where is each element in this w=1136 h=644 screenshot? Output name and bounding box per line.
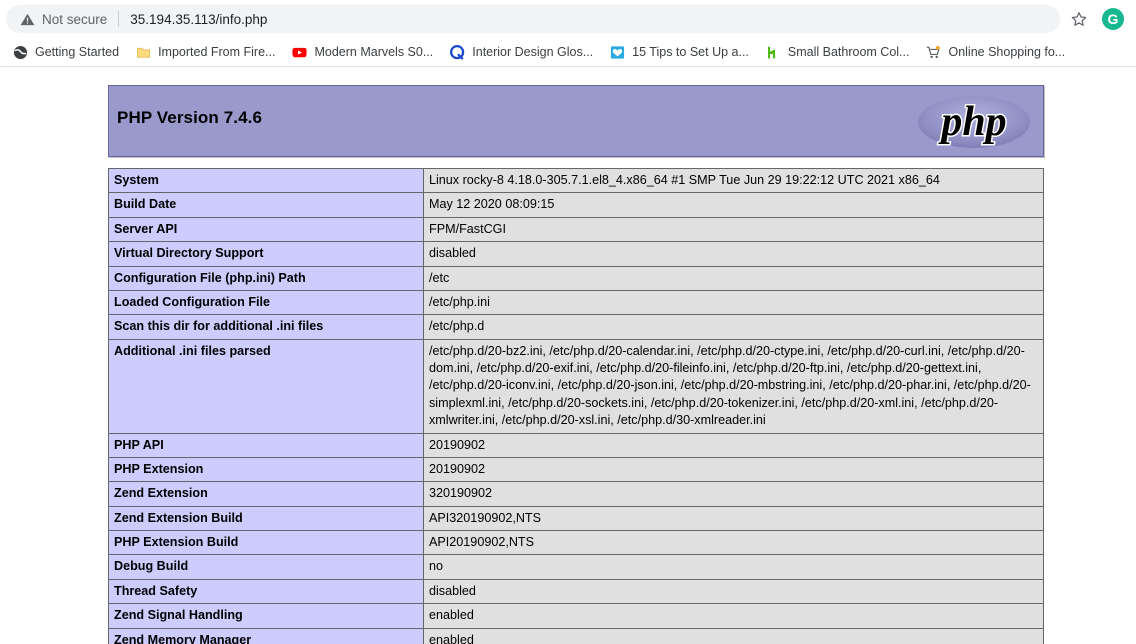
row-key: Thread Safety	[108, 578, 424, 605]
table-row: Zend Extension 320190902	[108, 481, 1044, 507]
table-row: PHP Extension 20190902	[108, 456, 1044, 483]
bookmark-interior-design-glossary[interactable]: Interior Design Glos...	[445, 41, 601, 63]
profile-avatar-button[interactable]: G	[1098, 4, 1128, 34]
row-value: Linux rocky-8 4.18.0-305.7.1.el8_4.x86_6…	[423, 167, 1044, 194]
row-key: Zend Extension	[108, 481, 424, 507]
folder-icon	[135, 44, 151, 60]
bookmark-label: 15 Tips to Set Up a...	[632, 45, 749, 59]
phpinfo-document: PHP Version 7.4.6 php System Linux rocky…	[108, 85, 1044, 644]
table-row: Zend Memory Manager enabled	[108, 627, 1044, 644]
table-row: Additional .ini files parsed /etc/php.d/…	[108, 338, 1044, 434]
bookmark-label: Small Bathroom Col...	[787, 45, 910, 59]
row-key: Zend Signal Handling	[108, 603, 424, 629]
cart-icon	[925, 44, 941, 60]
security-status-label: Not secure	[42, 11, 108, 27]
row-value: enabled	[423, 627, 1044, 644]
bookmarks-bar: Getting Started Imported From Fire... Mo…	[0, 38, 1136, 67]
row-value: enabled	[423, 603, 1044, 629]
bookmark-getting-started[interactable]: Getting Started	[8, 41, 127, 63]
row-key: Configuration File (php.ini) Path	[108, 265, 424, 291]
row-value: 20190902	[423, 456, 1044, 483]
row-key: Virtual Directory Support	[108, 241, 424, 267]
row-value: disabled	[423, 578, 1044, 605]
quora-icon	[449, 44, 465, 60]
row-key: Additional .ini files parsed	[108, 338, 424, 434]
row-key: PHP Extension	[108, 456, 424, 483]
row-key: System	[108, 167, 424, 194]
table-row: Server API FPM/FastCGI	[108, 216, 1044, 243]
houzz-icon	[765, 44, 781, 60]
table-row: Zend Extension Build API320190902,NTS	[108, 505, 1044, 532]
warning-triangle-icon[interactable]	[20, 12, 35, 27]
row-key: Debug Build	[108, 554, 424, 580]
url-text: 35.194.35.113/info.php	[130, 11, 268, 27]
row-value: API20190902,NTS	[423, 529, 1044, 556]
table-row: PHP API 20190902	[108, 432, 1044, 458]
address-bar[interactable]: Not secure 35.194.35.113/info.php	[6, 5, 1060, 33]
star-icon[interactable]	[1064, 4, 1094, 34]
table-row: Configuration File (php.ini) Path /etc	[108, 265, 1044, 291]
svg-text:php: php	[938, 99, 1006, 145]
avatar: G	[1102, 8, 1124, 30]
php-version-banner: PHP Version 7.4.6 php	[108, 85, 1044, 157]
php-info-table: System Linux rocky-8 4.18.0-305.7.1.el8_…	[108, 167, 1044, 644]
bookmark-modern-marvels[interactable]: Modern Marvels S0...	[287, 41, 441, 63]
table-row: Scan this dir for additional .ini files …	[108, 314, 1044, 340]
row-value: FPM/FastCGI	[423, 216, 1044, 243]
row-key: Build Date	[108, 192, 424, 218]
bookmark-15-tips[interactable]: 15 Tips to Set Up a...	[605, 41, 757, 63]
php-info-table-body: System Linux rocky-8 4.18.0-305.7.1.el8_…	[108, 167, 1044, 644]
table-row: Zend Signal Handling enabled	[108, 603, 1044, 629]
bookmark-small-bathroom-colors[interactable]: Small Bathroom Col...	[761, 41, 918, 63]
row-value: /etc/php.d	[423, 314, 1044, 340]
row-value: API320190902,NTS	[423, 505, 1044, 532]
bookmark-label: Interior Design Glos...	[472, 45, 594, 59]
globe-icon	[12, 44, 28, 60]
row-value: 320190902	[423, 481, 1044, 507]
row-key: Zend Extension Build	[108, 505, 424, 532]
row-value: no	[423, 554, 1044, 580]
browser-chrome: Not secure 35.194.35.113/info.php G Gett…	[0, 0, 1136, 67]
row-value: 20190902	[423, 432, 1044, 458]
table-row: Thread Safety disabled	[108, 578, 1044, 605]
row-key: Loaded Configuration File	[108, 289, 424, 316]
youtube-icon	[291, 44, 307, 60]
table-row: Virtual Directory Support disabled	[108, 241, 1044, 267]
page-title: PHP Version 7.4.6	[117, 108, 263, 127]
php-logo: php	[905, 86, 1043, 158]
bookmark-label: Modern Marvels S0...	[314, 45, 434, 59]
row-key: Scan this dir for additional .ini files	[108, 314, 424, 340]
row-value: disabled	[423, 241, 1044, 267]
row-key: Server API	[108, 216, 424, 243]
table-row: System Linux rocky-8 4.18.0-305.7.1.el8_…	[108, 167, 1044, 194]
row-value: May 12 2020 08:09:15	[423, 192, 1044, 218]
omnibox-row: Not secure 35.194.35.113/info.php G	[0, 0, 1136, 38]
omnibox-divider	[118, 11, 120, 27]
row-key: PHP API	[108, 432, 424, 458]
row-key: PHP Extension Build	[108, 529, 424, 556]
bookmark-imported-from-firefox[interactable]: Imported From Fire...	[131, 41, 283, 63]
row-value: /etc	[423, 265, 1044, 291]
row-value: /etc/php.ini	[423, 289, 1044, 316]
bookmark-label: Getting Started	[35, 45, 120, 59]
row-value: /etc/php.d/20-bz2.ini, /etc/php.d/20-cal…	[423, 338, 1044, 434]
table-row: Loaded Configuration File /etc/php.ini	[108, 289, 1044, 316]
bookmark-online-shopping[interactable]: Online Shopping fo...	[921, 41, 1073, 63]
bookmark-label: Online Shopping fo...	[948, 45, 1066, 59]
table-row: Build Date May 12 2020 08:09:15	[108, 192, 1044, 218]
page-viewport: PHP Version 7.4.6 php System Linux rocky…	[0, 67, 1136, 644]
table-row: Debug Build no	[108, 554, 1044, 580]
bookmark-label: Imported From Fire...	[158, 45, 276, 59]
row-key: Zend Memory Manager	[108, 627, 424, 644]
heart-icon	[609, 44, 625, 60]
table-row: PHP Extension Build API20190902,NTS	[108, 529, 1044, 556]
